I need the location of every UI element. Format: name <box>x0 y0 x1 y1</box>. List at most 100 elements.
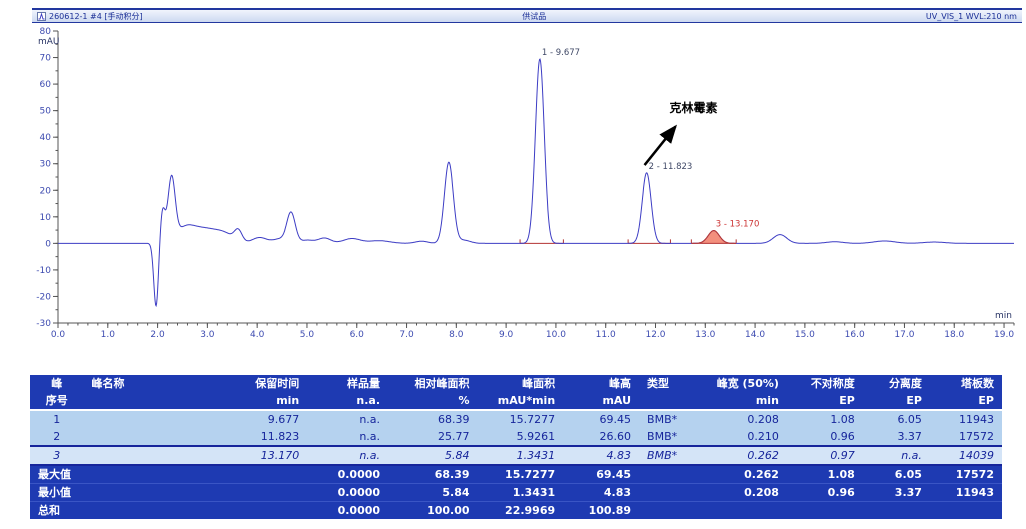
summary-cell: 6.05 <box>863 465 930 484</box>
peak-cell: 5.84 <box>388 446 478 465</box>
svg-text:15.0: 15.0 <box>795 330 815 340</box>
summary-cell: 3.37 <box>863 484 930 502</box>
column-unit: EP <box>787 392 863 410</box>
svg-text:7.0: 7.0 <box>399 330 414 340</box>
injection-title-group: 260612-1 #4 [手动积分] <box>37 11 143 22</box>
peak-cell: 6.05 <box>863 410 930 428</box>
column-header: 峰宽 (50%) <box>706 375 787 392</box>
svg-text:-30: -30 <box>36 319 51 329</box>
svg-text:13.0: 13.0 <box>695 330 715 340</box>
peak-row[interactable]: 19.677n.a.68.3915.727769.45BMB*0.2081.08… <box>30 410 1002 428</box>
svg-text:1.0: 1.0 <box>101 330 116 340</box>
summary-row: 最小值0.00005.841.34314.830.2080.963.371194… <box>30 484 1002 502</box>
peak-cell: 1.08 <box>787 410 863 428</box>
peak-cell: 0.96 <box>787 428 863 446</box>
summary-cell: 0.208 <box>706 484 787 502</box>
annotation-arrow <box>645 127 676 165</box>
svg-text:9.0: 9.0 <box>499 330 514 340</box>
summary-cell: 68.39 <box>388 465 478 484</box>
summary-row: 总和0.0000100.0022.9969100.89 <box>30 502 1002 520</box>
peak-cell: BMB* <box>639 446 706 465</box>
peak-cell: n.a. <box>307 446 388 465</box>
column-unit: EP <box>863 392 930 410</box>
svg-text:4.0: 4.0 <box>250 330 265 340</box>
peak-cell: 13.170 <box>204 446 307 465</box>
svg-text:20: 20 <box>40 186 52 196</box>
peak-cell <box>84 446 205 465</box>
svg-text:40: 40 <box>40 133 52 143</box>
summary-cell <box>639 502 706 520</box>
peak-cell: 0.97 <box>787 446 863 465</box>
svg-text:2.0: 2.0 <box>150 330 165 340</box>
svg-text:60: 60 <box>40 80 52 90</box>
summary-label: 最小值 <box>30 484 307 502</box>
svg-text:14.0: 14.0 <box>745 330 765 340</box>
column-unit: mAU*min <box>478 392 564 410</box>
summary-cell: 0.96 <box>787 484 863 502</box>
column-header: 类型 <box>639 375 706 392</box>
peak-cell: 0.262 <box>706 446 787 465</box>
peak-cell: n.a. <box>863 446 930 465</box>
column-header: 保留时间 <box>204 375 307 392</box>
column-header: 峰 <box>30 375 84 392</box>
peak-cell: 68.39 <box>388 410 478 428</box>
summary-cell: 69.45 <box>563 465 639 484</box>
chromatogram-plot[interactable]: 0.01.02.03.04.05.06.07.08.09.010.011.012… <box>14 23 1022 345</box>
summary-cell <box>863 502 930 520</box>
summary-cell <box>639 465 706 484</box>
column-unit: min <box>706 392 787 410</box>
peak-cell: 3.37 <box>863 428 930 446</box>
peak-cell: 4.83 <box>563 446 639 465</box>
svg-text:11.0: 11.0 <box>596 330 616 340</box>
column-unit <box>84 392 205 410</box>
summary-cell: 0.262 <box>706 465 787 484</box>
peak-cell: n.a. <box>307 428 388 446</box>
peak-cell: 0.210 <box>706 428 787 446</box>
svg-text:18.0: 18.0 <box>944 330 964 340</box>
compound-annotation: 克林霉素 <box>669 100 717 115</box>
summary-cell: 5.84 <box>388 484 478 502</box>
summary-cell: 100.89 <box>563 502 639 520</box>
column-unit: mAU <box>563 392 639 410</box>
column-header: 峰高 <box>563 375 639 392</box>
peak-label: 1 - 9.677 <box>542 48 580 58</box>
svg-text:30: 30 <box>40 160 52 170</box>
peak-cell: 11.823 <box>204 428 307 446</box>
svg-text:19.0: 19.0 <box>994 330 1014 340</box>
column-unit: min <box>204 392 307 410</box>
svg-text:80: 80 <box>40 27 52 37</box>
summary-label: 最大值 <box>30 465 307 484</box>
results-panel: 峰峰名称保留时间样品量相对峰面积峰面积峰高类型峰宽 (50%)不对称度分离度塔板… <box>30 375 1002 519</box>
svg-text:70: 70 <box>40 54 52 64</box>
x-axis-unit: min <box>995 311 1012 321</box>
summary-cell <box>787 502 863 520</box>
sample-type-label: 供试品 <box>522 11 546 22</box>
column-header: 峰面积 <box>478 375 564 392</box>
column-header: 分离度 <box>863 375 930 392</box>
injection-title: 260612-1 #4 [手动积分] <box>49 11 143 22</box>
summary-cell <box>706 502 787 520</box>
summary-cell: 0.0000 <box>307 465 388 484</box>
peak-row[interactable]: 211.823n.a.25.775.926126.60BMB*0.2100.96… <box>30 428 1002 446</box>
column-header: 相对峰面积 <box>388 375 478 392</box>
peak-cell: 3 <box>30 446 84 465</box>
chromatogram-svg[interactable]: 0.01.02.03.04.05.06.07.08.09.010.011.012… <box>14 23 1022 345</box>
tick-labels: 0.01.02.03.04.05.06.07.08.09.010.011.012… <box>36 27 1014 340</box>
filled-peak <box>691 231 736 244</box>
peak-cell: n.a. <box>307 410 388 428</box>
column-unit <box>639 392 706 410</box>
peak-cell: 25.77 <box>388 428 478 446</box>
peak-table-body: 19.677n.a.68.3915.727769.45BMB*0.2081.08… <box>30 410 1002 519</box>
signal-curve <box>58 59 1014 306</box>
column-header: 不对称度 <box>787 375 863 392</box>
peak-cell: 14039 <box>930 446 1002 465</box>
peak-cell: BMB* <box>639 410 706 428</box>
peak-cell: 11943 <box>930 410 1002 428</box>
peak-cell: 17572 <box>930 428 1002 446</box>
summary-cell: 15.7277 <box>478 465 564 484</box>
peak-label: 2 - 11.823 <box>649 162 693 172</box>
peak-row[interactable]: 313.170n.a.5.841.34314.83BMB*0.2620.97n.… <box>30 446 1002 465</box>
svg-text:0: 0 <box>45 239 51 249</box>
summary-cell: 0.0000 <box>307 484 388 502</box>
svg-text:10.0: 10.0 <box>546 330 566 340</box>
